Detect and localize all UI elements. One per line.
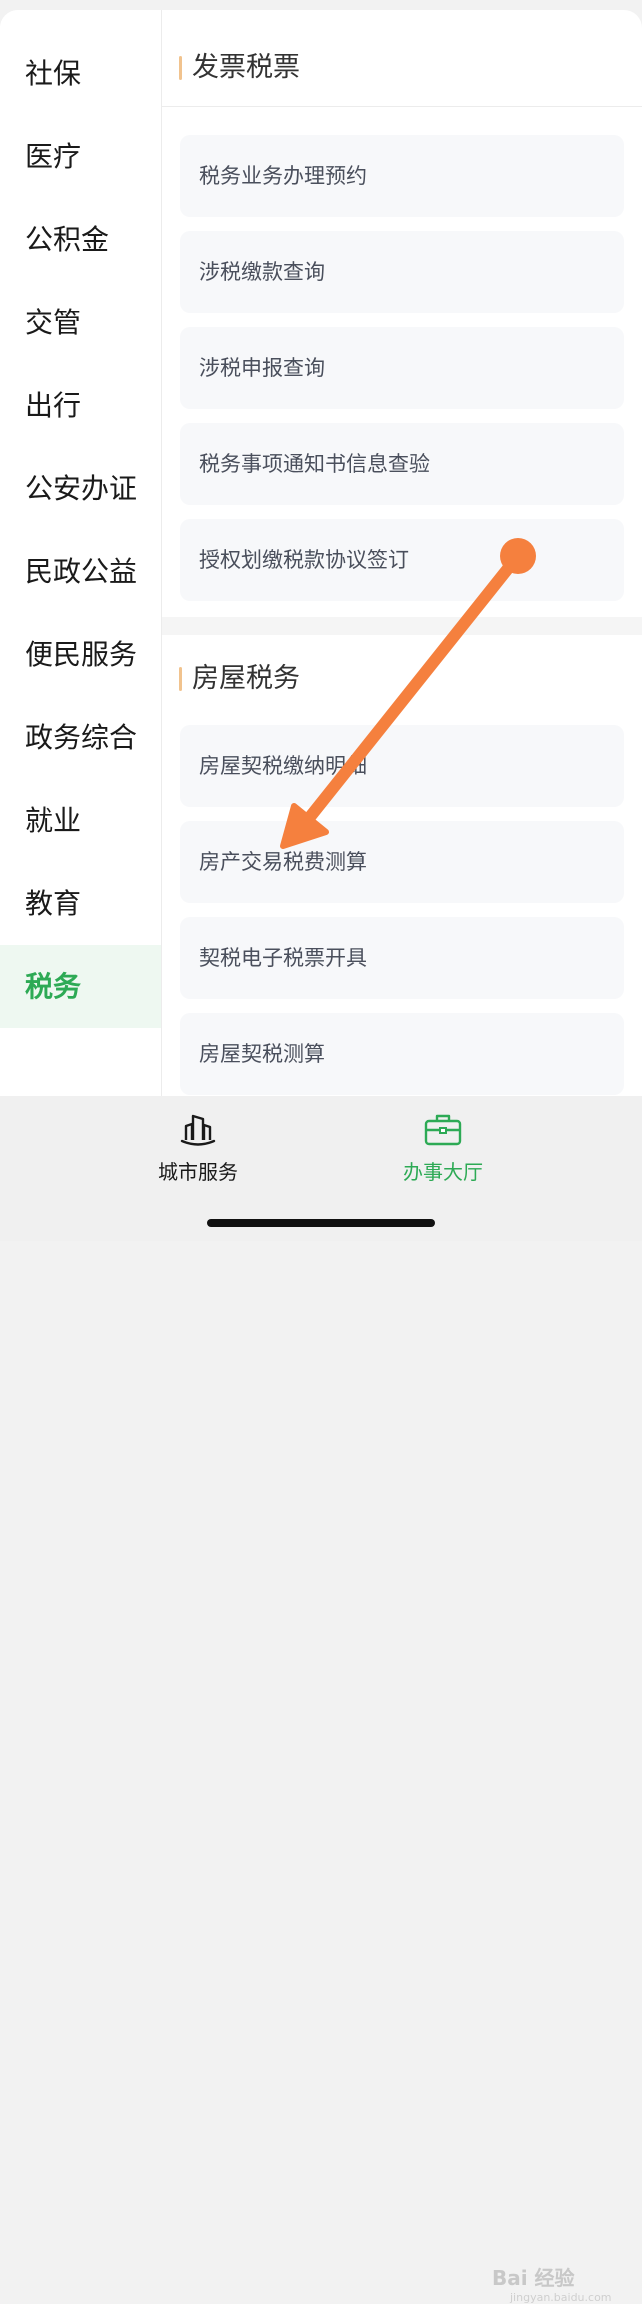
sidebar-item-housing-fund[interactable]: 公积金 — [0, 198, 161, 281]
section-title-invoice: 发票税票 — [162, 42, 642, 94]
section-marker — [179, 56, 182, 80]
sidebar-item-government[interactable]: 政务综合 — [0, 696, 161, 779]
section-title-text: 房屋税务 — [192, 663, 300, 694]
city-buildings-icon — [180, 1114, 216, 1146]
service-item[interactable]: 房屋契税缴纳明细 — [180, 725, 624, 807]
app-window: 社保 医疗 公积金 交管 出行 公安办证 民政公益 便民服务 政务综合 就业 教… — [0, 10, 642, 1096]
watermark-text: Bai 经验 — [492, 2266, 575, 2290]
tab-label: 办事大厅 — [403, 1160, 483, 1184]
tab-label: 城市服务 — [158, 1160, 238, 1184]
sidebar-item-travel[interactable]: 出行 — [0, 364, 161, 447]
service-item-tax-calculation[interactable]: 房产交易税费测算 — [180, 821, 624, 903]
tab-city-service[interactable]: 城市服务 — [118, 1110, 278, 1185]
watermark-url: jingyan.baidu.com — [510, 2291, 612, 2304]
service-item[interactable]: 契税电子税票开具 — [180, 917, 624, 999]
housing-tax-items: 房屋契税缴纳明细 房产交易税费测算 契税电子税票开具 房屋契税测算 — [162, 705, 642, 1095]
sidebar-item-police-id[interactable]: 公安办证 — [0, 447, 161, 530]
service-list: 发票税票 税务业务办理预约 涉税缴款查询 涉税申报查询 税务事项通知书信息查验 … — [162, 10, 642, 1096]
sidebar-item-education[interactable]: 教育 — [0, 862, 161, 945]
sidebar-item-traffic[interactable]: 交管 — [0, 281, 161, 364]
service-item[interactable]: 涉税申报查询 — [180, 327, 624, 409]
home-indicator — [207, 1219, 435, 1227]
section-separator — [162, 617, 642, 635]
sidebar-item-employment[interactable]: 就业 — [0, 779, 161, 862]
section-title-text: 发票税票 — [192, 52, 300, 83]
section-marker — [179, 667, 182, 691]
service-item[interactable]: 税务业务办理预约 — [180, 135, 624, 217]
service-item[interactable]: 税务事项通知书信息查验 — [180, 423, 624, 505]
service-item[interactable]: 房屋契税测算 — [180, 1013, 624, 1095]
sidebar-item-tax[interactable]: 税务 — [0, 945, 161, 1028]
invoice-items: 税务业务办理预约 涉税缴款查询 涉税申报查询 税务事项通知书信息查验 授权划缴税… — [162, 107, 642, 601]
sidebar-item-medical[interactable]: 医疗 — [0, 115, 161, 198]
sidebar-item-convenience[interactable]: 便民服务 — [0, 613, 161, 696]
section-title-housing-tax: 房屋税务 — [162, 653, 642, 705]
category-sidebar: 社保 医疗 公积金 交管 出行 公安办证 民政公益 便民服务 政务综合 就业 教… — [0, 10, 162, 1096]
watermark: Bai 经验 jingyan.baidu.com — [492, 2262, 622, 2304]
briefcase-icon — [424, 1114, 462, 1146]
tab-affairs-hall[interactable]: 办事大厅 — [363, 1110, 523, 1185]
service-item[interactable]: 授权划缴税款协议签订 — [180, 519, 624, 601]
sidebar-item-social-security[interactable]: 社保 — [0, 32, 161, 115]
service-item[interactable]: 涉税缴款查询 — [180, 231, 624, 313]
sidebar-item-civil-welfare[interactable]: 民政公益 — [0, 530, 161, 613]
